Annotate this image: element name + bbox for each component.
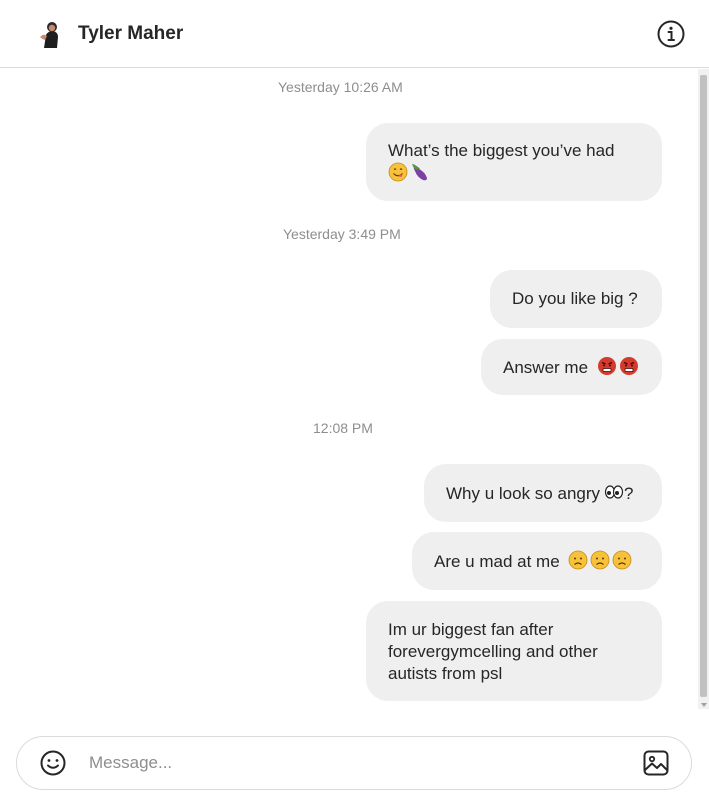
message-bubble[interactable]: Im ur biggest fan after forevergymcellin…	[366, 601, 662, 701]
message-text: Are u mad at me	[434, 552, 560, 571]
message-bubble[interactable]: Answer me	[481, 339, 662, 395]
timestamp: 12:08 PM	[313, 420, 373, 436]
emoji-group	[604, 482, 624, 502]
sad-face-icon	[591, 550, 610, 570]
dm-window: Tyler Maher Yesterday 10:26 AM What’s th…	[0, 0, 709, 796]
message-text: Do you like big ?	[512, 289, 638, 308]
chat-header: Tyler Maher	[0, 0, 709, 68]
message-text: Answer me	[503, 358, 589, 377]
contact-name[interactable]: Tyler Maher	[78, 23, 183, 45]
scroll-down-arrow-icon[interactable]	[701, 703, 707, 707]
avatar[interactable]	[34, 17, 66, 50]
emoji-button[interactable]	[39, 749, 67, 777]
scrollbar-thumb[interactable]	[700, 75, 707, 697]
eggplant-icon	[412, 164, 427, 181]
message-text: Why u look so angry	[446, 484, 601, 503]
message-suffix: ?	[624, 484, 634, 503]
smiley-icon	[40, 750, 66, 776]
emoji-group	[597, 356, 639, 376]
message-thread[interactable]: Yesterday 10:26 AM What’s the biggest yo…	[0, 69, 698, 724]
timestamp: Yesterday 3:49 PM	[283, 226, 401, 242]
message-bubble[interactable]: What’s the biggest you’ve had	[366, 123, 662, 201]
angry-face-icon	[597, 357, 616, 375]
message-text: Im ur biggest fan after forevergymcellin…	[388, 620, 598, 683]
image-upload-button[interactable]	[641, 748, 671, 778]
info-icon	[657, 20, 685, 47]
message-text: What’s the biggest you’ve had	[388, 141, 615, 160]
message-bubble[interactable]: Why u look so angry ?	[424, 464, 662, 522]
sad-face-icon	[613, 550, 632, 570]
eyes-icon	[604, 485, 624, 499]
profile-photo-icon	[40, 21, 58, 48]
message-composer	[16, 736, 692, 790]
scrollbar[interactable]	[698, 69, 709, 709]
message-bubble[interactable]: Are u mad at me	[412, 532, 662, 590]
yum-face-icon	[388, 162, 408, 182]
timestamp: Yesterday 10:26 AM	[278, 79, 403, 95]
info-button[interactable]	[655, 18, 687, 50]
angry-face-icon	[619, 357, 638, 375]
emoji-group	[568, 550, 632, 570]
sad-face-icon	[569, 550, 588, 570]
message-input[interactable]	[89, 753, 641, 773]
emoji-group	[388, 162, 430, 182]
image-icon	[643, 750, 669, 776]
message-bubble[interactable]: Do you like big ?	[490, 270, 662, 328]
